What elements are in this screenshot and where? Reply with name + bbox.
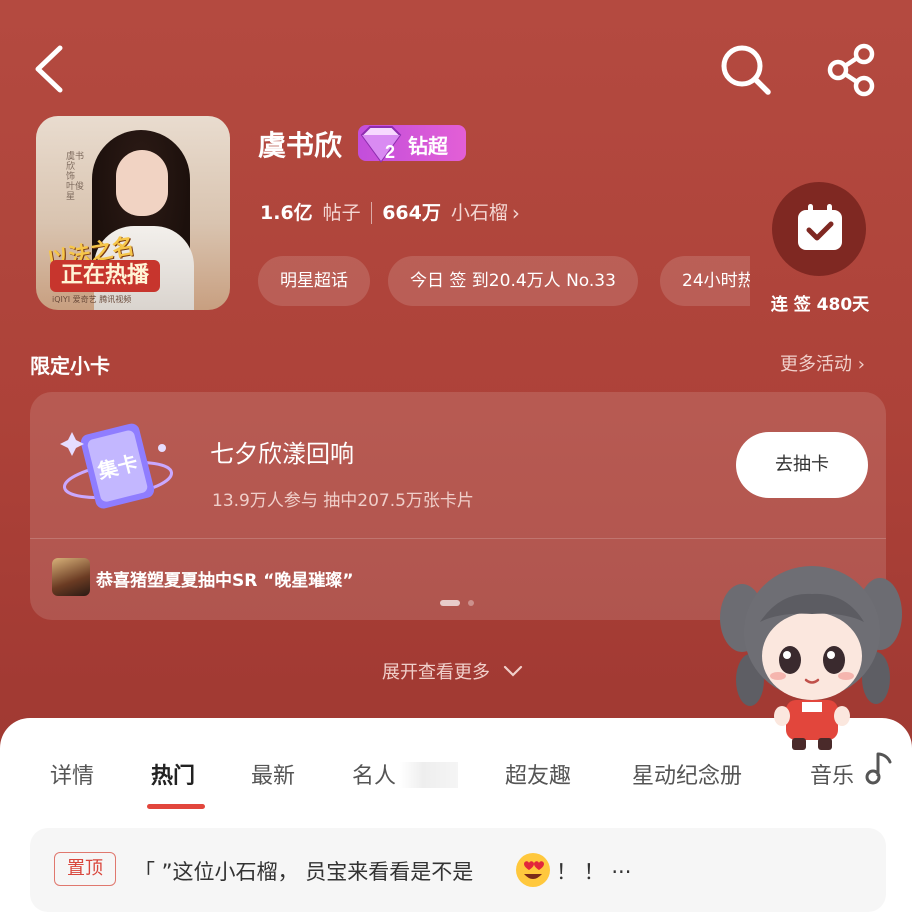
active-tab-indicator — [147, 804, 205, 809]
calendar-check-icon — [798, 204, 842, 250]
badge-label: 钻超 — [408, 134, 448, 158]
share-icon — [827, 43, 875, 97]
section-title-limited-cards: 限定小卡 — [30, 354, 110, 378]
tab-scroll-fade — [400, 762, 458, 788]
topic-stats: 1.6亿 帖子 664万 小石榴 › — [260, 198, 520, 228]
cover-side-text: 虞书欣 饰 叶俊星 — [66, 152, 85, 202]
diamond-icon: 2 — [360, 126, 402, 163]
fans-count[interactable]: 664万 — [382, 198, 441, 228]
tab-star-album[interactable]: 星动纪念册 — [632, 758, 742, 790]
topic-cover-image[interactable]: 虞书欣 饰 叶俊星 以法之名 正在热播 iQIYI 爱奇艺 腾讯视频 — [36, 116, 230, 310]
share-button[interactable] — [824, 42, 880, 98]
cover-banner: 正在热播 — [50, 260, 160, 292]
heart-eyes-emoji-icon — [516, 853, 550, 887]
music-note-icon — [865, 752, 892, 785]
pill-checkin-rank[interactable]: 今日 签 到20.4万人 No.33 — [388, 256, 638, 306]
chevron-right-icon[interactable]: › — [512, 198, 520, 228]
event-stats: 13.9万人参与 抽中207.5万张卡片 — [212, 491, 474, 511]
pinned-post-tail: ！ ！ ··· — [556, 860, 632, 884]
tab-fan-fun[interactable]: 超友趣 — [505, 758, 571, 790]
cover-portrait-face — [116, 150, 168, 216]
tab-music[interactable]: 音乐 — [810, 758, 854, 790]
cover-logos: iQIYI 爱奇艺 腾讯视频 — [52, 295, 132, 304]
draw-card-button[interactable]: 去抽卡 — [736, 432, 868, 498]
search-icon — [721, 45, 771, 95]
tab-celebrity[interactable]: 名人 — [352, 758, 396, 790]
svg-text:2: 2 — [385, 142, 395, 162]
checkin-streak-label: 连 签 480天 — [770, 295, 870, 315]
more-activities-link[interactable]: 更多活动 › — [780, 350, 865, 376]
carousel-dots — [440, 600, 480, 606]
card-divider — [30, 538, 886, 539]
carousel-dot-active — [440, 600, 460, 606]
winner-avatar[interactable] — [52, 558, 90, 596]
fans-unit[interactable]: 小石榴 — [451, 198, 508, 228]
card-collect-icon: 集卡 — [60, 423, 174, 509]
diamond-badge[interactable]: 2 钻超 — [358, 125, 466, 163]
search-button[interactable] — [718, 42, 774, 98]
event-title: 七夕欣漾回响 — [210, 440, 354, 468]
pill-star-topic[interactable]: 明星超话 — [258, 256, 370, 306]
pill-hot-24h[interactable]: 24小时热 — [660, 256, 750, 306]
chevron-down-icon — [503, 665, 522, 677]
chevron-left-icon — [35, 45, 63, 93]
topic-name: 虞书欣 — [258, 129, 343, 162]
winner-announcement: 恭喜猪塑夏夏抽中SR “晚星璀璨” — [96, 571, 354, 591]
mascot-character[interactable] — [716, 552, 906, 752]
posts-unit: 帖子 — [322, 202, 361, 224]
pinned-post-text: 「 ”这位小石榴， 员宝来看看是不是 — [134, 860, 474, 884]
checkin-button[interactable] — [772, 182, 866, 276]
tab-latest[interactable]: 最新 — [251, 758, 295, 790]
tab-hot[interactable]: 热门 — [151, 758, 195, 790]
carousel-dot — [468, 600, 474, 606]
tab-details[interactable]: 详情 — [50, 758, 94, 790]
stats-divider — [370, 202, 373, 224]
pinned-tag: 置顶 — [54, 852, 116, 886]
back-button[interactable] — [28, 44, 72, 94]
expand-more-link[interactable]: 展开查看更多 — [382, 658, 524, 684]
posts-count: 1.6亿 — [260, 202, 313, 224]
